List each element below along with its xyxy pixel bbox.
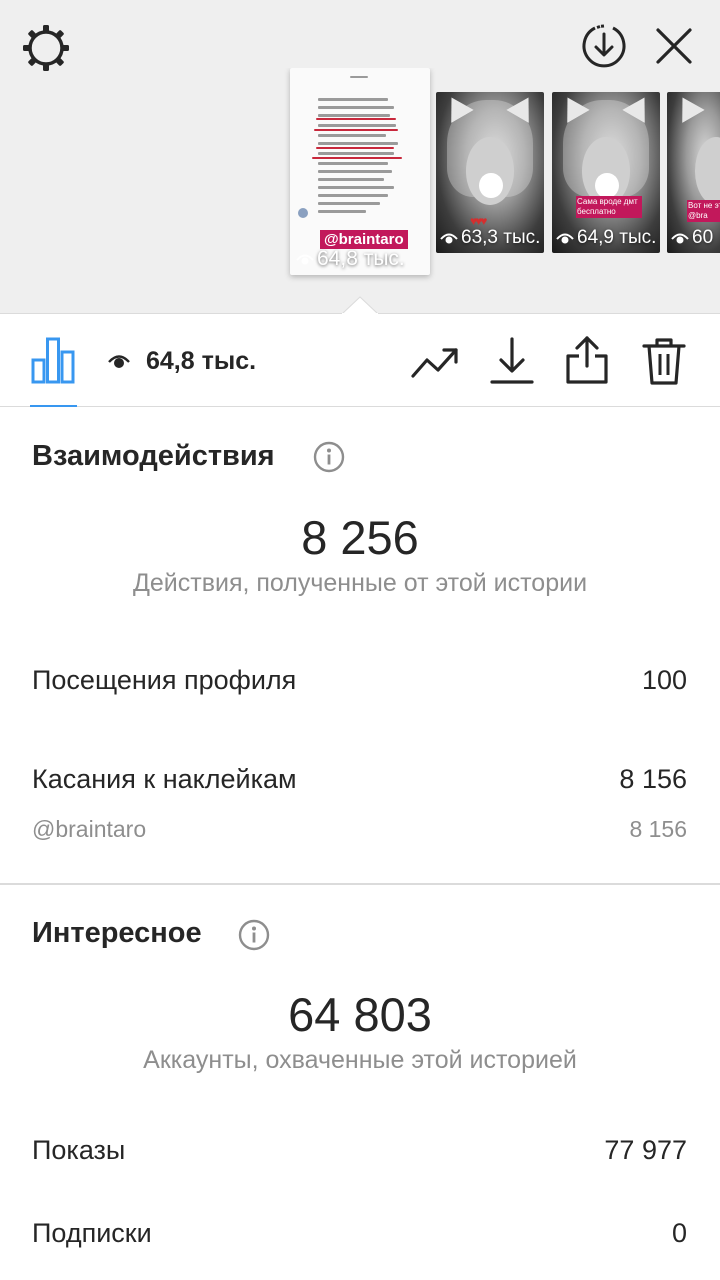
close-icon[interactable]	[652, 24, 696, 68]
story-thumbnail-selected[interactable]: @braintaro 64,8 тыс.	[290, 68, 430, 275]
sticker-taps-label: Касания к наклейкам	[32, 764, 297, 794]
download-circle-icon[interactable]	[580, 22, 628, 70]
story-thumbnail[interactable]: Вот не это @bra 60	[667, 92, 720, 253]
thumbnail-views-value: 64,9 тыс.	[577, 227, 657, 248]
active-tab-indicator	[30, 405, 77, 407]
hearts-sticker: ♥♥♥	[470, 214, 487, 228]
story-caption: Сама вродe дмт бесплатно	[576, 196, 642, 218]
profile-visits-label: Посещения профиля	[32, 665, 297, 695]
mention-sticker-value: 8 156	[629, 816, 687, 842]
story-thumbnail-strip[interactable]: @braintaro 64,8 тыс. ♥♥♥ 63,3 тыс. Сама …	[0, 68, 720, 308]
mention-sticker-label: @braintaro	[32, 816, 147, 842]
follows-value: 0	[671, 1218, 687, 1248]
story-thumbnail[interactable]: ♥♥♥ 63,3 тыс.	[436, 92, 544, 253]
follows-label: Подписки	[32, 1218, 152, 1248]
impressions-label: Показы	[32, 1135, 126, 1165]
section-title: Интересное	[32, 917, 202, 949]
selected-indicator	[342, 296, 378, 314]
interactions-caption: Действия, полученные от этой истории	[132, 569, 588, 597]
insights-toolbar: 64,8 тыс.	[0, 314, 720, 407]
profile-visits-value: 100	[641, 665, 687, 695]
reach-total: 64 803	[288, 988, 432, 1041]
trending-icon[interactable]	[410, 342, 460, 382]
download-icon[interactable]	[488, 336, 536, 386]
interactions-total: 8 256	[301, 511, 419, 564]
reach-caption: Аккаунты, охваченные этой историей	[143, 1046, 577, 1074]
thumbnail-views-value: 64,8 тыс.	[317, 247, 405, 270]
story-carousel-area: @braintaro 64,8 тыс. ♥♥♥ 63,3 тыс. Сама …	[0, 0, 720, 314]
eye-icon	[556, 233, 574, 244]
info-icon[interactable]	[313, 441, 345, 473]
share-icon[interactable]	[562, 334, 612, 386]
thumbnail-views-value: 63,3 тыс.	[461, 227, 541, 248]
trash-icon[interactable]	[640, 336, 688, 386]
thumbnail-views: 63,3 тыс.	[440, 227, 540, 249]
thumbnail-views-value: 60	[692, 227, 714, 248]
eye-icon	[296, 254, 314, 265]
thumbnail-views: 64,9 тыс.	[556, 227, 656, 249]
thumbnail-views: 60	[671, 227, 713, 249]
section-divider	[0, 883, 720, 885]
thumbnail-views: 64,8 тыс.	[296, 247, 405, 271]
eye-icon	[671, 233, 689, 244]
eye-icon	[440, 233, 458, 244]
story-caption: Вот не это @bra	[687, 200, 720, 222]
impressions-value: 77 977	[604, 1135, 687, 1165]
gear-icon[interactable]	[20, 22, 72, 74]
eye-icon	[108, 355, 130, 368]
sticker-taps-value: 8 156	[619, 764, 687, 794]
section-title: Взаимодействия	[32, 440, 275, 472]
info-icon[interactable]	[238, 919, 270, 951]
bar-chart-icon[interactable]	[30, 336, 76, 384]
views-count: 64,8 тыс.	[146, 347, 257, 375]
story-thumbnail[interactable]: Сама вродe дмт бесплатно 64,9 тыс.	[552, 92, 660, 253]
